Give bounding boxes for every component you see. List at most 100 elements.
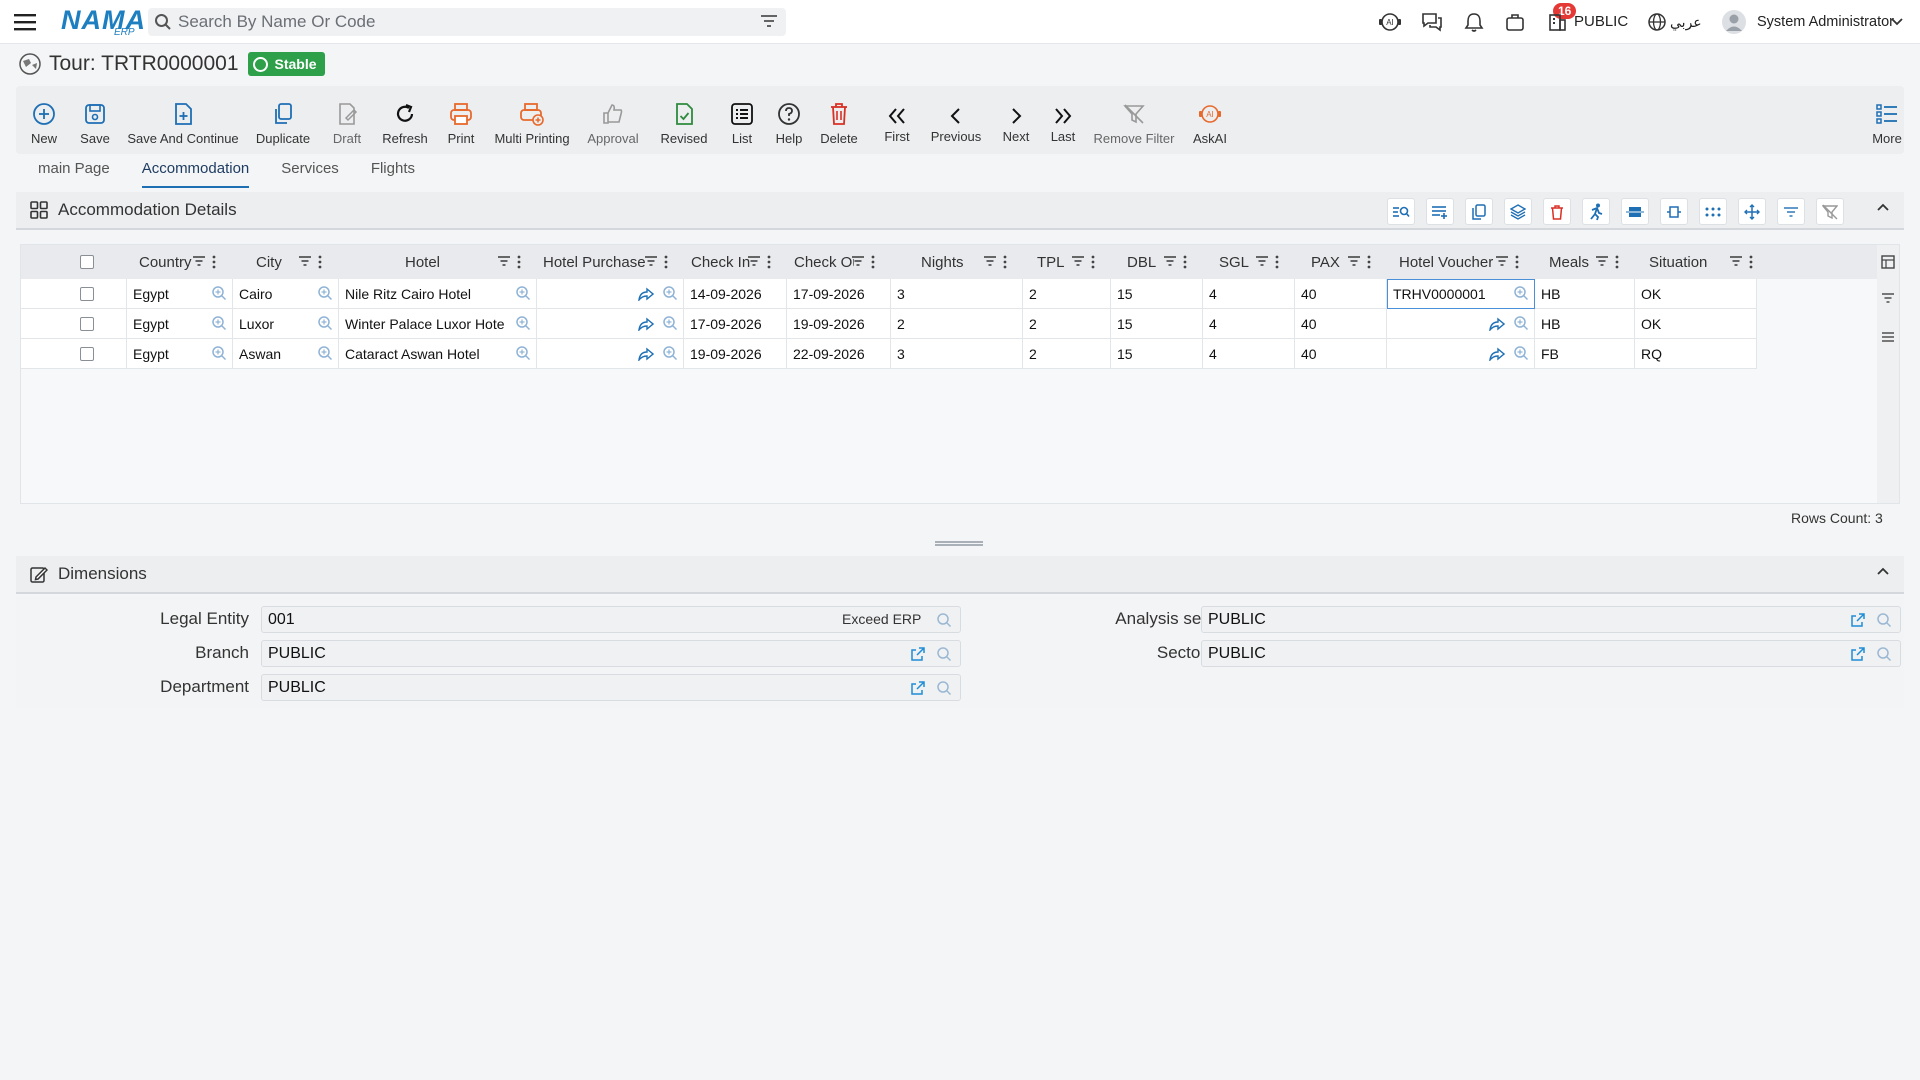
column-sgl[interactable]: SGL: [1203, 245, 1295, 279]
column-filter-icon[interactable]: [1255, 255, 1269, 267]
column-filter-icon[interactable]: [1347, 255, 1361, 267]
search-list-icon[interactable]: [1387, 198, 1415, 225]
cell-dbl[interactable]: 15: [1111, 339, 1203, 369]
run-icon[interactable]: [1582, 198, 1610, 225]
cell-situation[interactable]: OK: [1635, 309, 1757, 339]
column-hotel-purchase[interactable]: Hotel Purchase: [537, 245, 684, 279]
cell-dbl[interactable]: 15: [1111, 279, 1203, 309]
collapse-icon[interactable]: [1876, 202, 1890, 212]
open-link-icon[interactable]: [910, 680, 926, 696]
tab-flights[interactable]: Flights: [371, 160, 415, 188]
cell-situation[interactable]: OK: [1635, 279, 1757, 309]
columns-panel-icon[interactable]: [1881, 255, 1895, 269]
remove-filter-button[interactable]: Remove Filter: [1094, 86, 1174, 154]
previous-button[interactable]: Previous: [928, 86, 984, 154]
bell-icon[interactable]: [1462, 10, 1486, 34]
cell-check-out[interactable]: 19-09-2026: [787, 309, 891, 339]
column-filter-icon[interactable]: [747, 255, 761, 267]
column-filter-icon[interactable]: [192, 255, 206, 267]
ai-assistant-icon[interactable]: AI: [1378, 10, 1402, 34]
cell-city[interactable]: Aswan: [233, 339, 339, 369]
cell-sgl[interactable]: 4: [1203, 279, 1295, 309]
dots-grid-icon[interactable]: [1699, 198, 1727, 225]
column-hotel-voucher[interactable]: Hotel Voucher: [1387, 245, 1535, 279]
column-menu-icon[interactable]: [1275, 255, 1279, 269]
column-filter-icon[interactable]: [983, 255, 997, 267]
open-link-icon[interactable]: [1850, 612, 1866, 628]
resize-handle[interactable]: [935, 541, 983, 546]
branch-field[interactable]: PUBLIC: [261, 640, 961, 667]
user-name[interactable]: System Administrator: [1757, 14, 1894, 30]
column-menu-icon[interactable]: [1003, 255, 1007, 269]
print-button[interactable]: Print: [446, 86, 476, 154]
lookup-icon[interactable]: [317, 315, 333, 331]
save-and-continue-button[interactable]: Save And Continue: [127, 86, 239, 154]
select-all-checkbox[interactable]: [80, 255, 94, 269]
filter-icon[interactable]: [760, 13, 778, 29]
column-hotel[interactable]: Hotel: [339, 245, 537, 279]
table-row[interactable]: Egypt Luxor Winter Palace Luxor Hote 17-09-…: [21, 309, 1757, 339]
menu-lines-icon[interactable]: [1881, 331, 1895, 343]
expand-columns-icon[interactable]: [1660, 198, 1688, 225]
cell-hotel[interactable]: Cataract Aswan Hotel: [339, 339, 537, 369]
lookup-icon[interactable]: [1513, 285, 1529, 301]
column-filter-icon[interactable]: [1595, 255, 1609, 267]
clear-filter-icon[interactable]: [1816, 198, 1844, 225]
chevron-down-icon[interactable]: [1890, 10, 1904, 34]
column-menu-icon[interactable]: [318, 255, 322, 269]
cell-sgl[interactable]: 4: [1203, 339, 1295, 369]
menu-icon[interactable]: [13, 10, 37, 34]
cell-voucher[interactable]: [1387, 339, 1535, 369]
cell-country[interactable]: Egypt: [127, 279, 233, 309]
cell-meals[interactable]: HB: [1535, 279, 1635, 309]
table-row[interactable]: Egypt Aswan Cataract Aswan Hotel 19-09-2026…: [21, 339, 1757, 369]
lookup-icon[interactable]: [515, 345, 531, 361]
row-checkbox[interactable]: [80, 347, 94, 361]
search-input[interactable]: [178, 12, 748, 32]
cell-voucher[interactable]: [1387, 309, 1535, 339]
cell-tpl[interactable]: 2: [1023, 339, 1111, 369]
lookup-icon[interactable]: [1513, 315, 1529, 331]
cell-meals[interactable]: FB: [1535, 339, 1635, 369]
sector-field[interactable]: PUBLIC: [1201, 640, 1901, 667]
multi-printing-button[interactable]: Multi Printing: [494, 86, 570, 154]
lookup-icon[interactable]: [211, 285, 227, 301]
lookup-icon[interactable]: [211, 315, 227, 331]
first-button[interactable]: First: [882, 86, 912, 154]
app-logo[interactable]: NAMA ERP: [61, 5, 145, 39]
column-country[interactable]: Country: [127, 245, 233, 279]
lookup-icon[interactable]: [515, 315, 531, 331]
column-pax[interactable]: PAX: [1295, 245, 1387, 279]
copy-row-icon[interactable]: [1465, 198, 1493, 225]
column-filter-icon[interactable]: [1495, 255, 1509, 267]
share-icon[interactable]: [1489, 347, 1505, 361]
column-nights[interactable]: Nights: [891, 245, 1023, 279]
open-link-icon[interactable]: [910, 646, 926, 662]
lookup-search-icon[interactable]: [936, 612, 952, 628]
column-city[interactable]: City: [233, 245, 339, 279]
cell-nights[interactable]: 3: [891, 339, 1023, 369]
delete-button[interactable]: Delete: [820, 86, 858, 154]
column-filter-icon[interactable]: [497, 255, 511, 267]
column-check-in[interactable]: Check In: [684, 245, 787, 279]
table-row[interactable]: Egypt Cairo Nile Ritz Cairo Hotel 14-09-202…: [21, 279, 1757, 309]
row-checkbox[interactable]: [80, 287, 94, 301]
cell-dbl[interactable]: 15: [1111, 309, 1203, 339]
delete-row-icon[interactable]: [1543, 198, 1571, 225]
column-filter-icon[interactable]: [1729, 255, 1743, 267]
globe-icon[interactable]: [1645, 10, 1669, 34]
share-icon[interactable]: [638, 317, 654, 331]
lookup-icon[interactable]: [317, 285, 333, 301]
collapse-icon[interactable]: [1876, 566, 1890, 576]
help-button[interactable]: Help: [774, 86, 804, 154]
cell-check-out[interactable]: 17-09-2026: [787, 279, 891, 309]
lookup-icon[interactable]: [317, 345, 333, 361]
column-menu-icon[interactable]: [1515, 255, 1519, 269]
cell-tpl[interactable]: 2: [1023, 309, 1111, 339]
cell-sgl[interactable]: 4: [1203, 309, 1295, 339]
tasks-icon[interactable]: [1503, 10, 1527, 34]
more-button[interactable]: More: [1872, 86, 1902, 154]
cell-check-out[interactable]: 22-09-2026: [787, 339, 891, 369]
layers-icon[interactable]: [1504, 198, 1532, 225]
tab-accommodation[interactable]: Accommodation: [141, 160, 250, 188]
